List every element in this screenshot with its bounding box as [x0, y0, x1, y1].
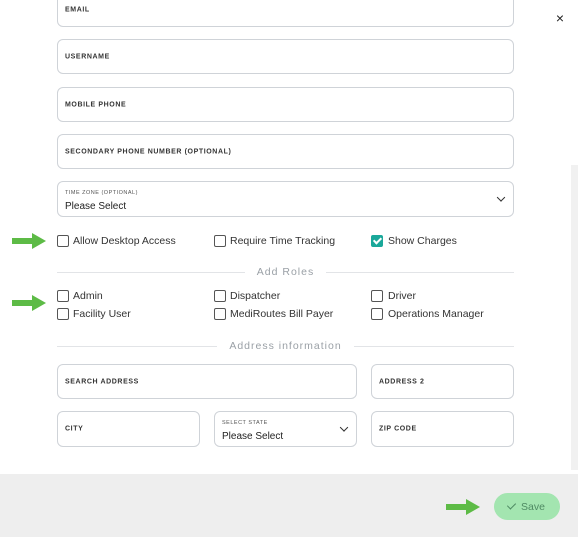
role-driver-label: Driver: [388, 290, 416, 302]
address2-field[interactable]: ADDRESS 2: [371, 364, 514, 399]
require-time-tracking-label: Require Time Tracking: [230, 235, 336, 247]
username-field[interactable]: USERNAME: [57, 39, 514, 74]
role-operations-manager-checkbox[interactable]: [371, 308, 383, 320]
role-admin-checkbox[interactable]: [57, 290, 69, 302]
require-time-tracking-checkbox[interactable]: [214, 235, 226, 247]
city-field[interactable]: CITY: [57, 411, 200, 447]
role-dispatcher-checkbox[interactable]: [214, 290, 226, 302]
role-dispatcher-label: Dispatcher: [230, 290, 281, 302]
secondary-phone-field[interactable]: SECONDARY PHONE NUMBER (OPTIONAL): [57, 134, 514, 169]
show-charges-checkbox[interactable]: [371, 235, 383, 247]
state-select-label: SELECT STATE: [222, 420, 268, 426]
divider-line: [353, 345, 515, 347]
divider-line: [57, 271, 245, 273]
show-charges-label: Show Charges: [388, 235, 457, 247]
address-info-divider: Address information: [57, 339, 515, 353]
role-admin-label: Admin: [73, 290, 103, 302]
save-button[interactable]: Save: [494, 493, 560, 520]
save-button-label: Save: [521, 500, 545, 513]
state-select-value: Please Select: [222, 431, 284, 442]
username-field-label: USERNAME: [65, 53, 110, 60]
address-info-heading: Address information: [229, 340, 342, 352]
time-zone-select[interactable]: TIME ZONE (OPTIONAL) Please Select: [57, 181, 514, 217]
zip-code-field-label: ZIP CODE: [379, 425, 417, 433]
close-icon[interactable]: ×: [552, 10, 568, 26]
zip-code-field[interactable]: ZIP CODE: [371, 411, 514, 447]
state-select[interactable]: SELECT STATE Please Select: [214, 411, 357, 447]
arrow-right-icon: [446, 499, 480, 515]
email-field-label: EMAIL: [65, 6, 90, 14]
divider-line: [326, 271, 515, 273]
chevron-down-icon: [339, 423, 349, 432]
address2-field-label: ADDRESS 2: [379, 378, 425, 385]
role-bill-payer-checkbox[interactable]: [214, 308, 226, 320]
check-icon: [506, 500, 517, 510]
time-zone-select-label: TIME ZONE (OPTIONAL): [65, 190, 138, 196]
add-roles-divider: Add Roles: [57, 265, 515, 279]
allow-desktop-access-label: Allow Desktop Access: [73, 235, 176, 247]
secondary-phone-field-label: SECONDARY PHONE NUMBER (OPTIONAL): [65, 148, 232, 155]
city-field-label: CITY: [65, 425, 84, 433]
role-driver-checkbox[interactable]: [371, 290, 383, 302]
arrow-right-icon: [12, 233, 46, 249]
search-address-field-label: SEARCH ADDRESS: [65, 378, 139, 385]
allow-desktop-access-checkbox[interactable]: [57, 235, 69, 247]
arrow-right-icon: [12, 295, 46, 311]
chevron-down-icon: [496, 193, 506, 202]
mobile-phone-field-label: MOBILE PHONE: [65, 101, 127, 108]
time-zone-select-value: Please Select: [65, 201, 127, 212]
role-operations-manager-label: Operations Manager: [388, 308, 484, 320]
role-bill-payer-label: MediRoutes Bill Payer: [230, 308, 334, 320]
scrollbar[interactable]: [571, 165, 578, 470]
role-facility-user-label: Facility User: [73, 308, 131, 320]
role-facility-user-checkbox[interactable]: [57, 308, 69, 320]
search-address-field[interactable]: SEARCH ADDRESS: [57, 364, 357, 399]
footer-bar: [0, 474, 578, 537]
add-roles-heading: Add Roles: [256, 266, 315, 278]
divider-line: [57, 345, 218, 347]
email-field[interactable]: EMAIL: [57, 0, 514, 27]
mobile-phone-field[interactable]: MOBILE PHONE: [57, 87, 514, 122]
